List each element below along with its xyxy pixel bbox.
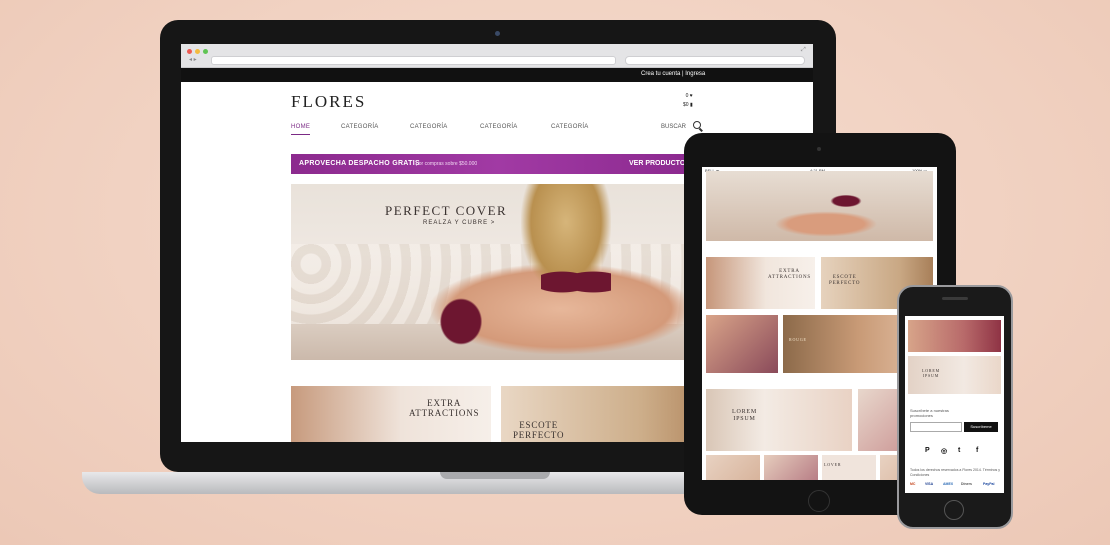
cart-summary[interactable]: 0 ♥ $0 ▮ (683, 92, 693, 110)
hero-lingerie-bottom (436, 294, 486, 349)
instagram-icon[interactable]: ◎ (941, 447, 947, 455)
tile-label: ROUGE (789, 337, 807, 342)
promo-tile[interactable]: ESCOTE PERFECTO (501, 386, 701, 442)
subscribe-label: Suscríbete a nuestras promociones (910, 408, 949, 418)
tablet-hero-image[interactable] (706, 171, 933, 241)
search-icon[interactable] (693, 121, 701, 129)
tile-label: EXTRA ATTRACTIONS (768, 269, 811, 280)
hero-title: PERFECT COVER (385, 203, 508, 218)
promo-subtitle: por compras sobre $50.000 (416, 161, 478, 167)
tile-label: LOVER (824, 462, 842, 467)
back-icon[interactable]: ◂ ▸ (189, 56, 197, 63)
search-label[interactable]: BUSCAR (661, 124, 686, 130)
tablet-hero-lingerie (826, 193, 866, 209)
phone-tile[interactable]: LOREM IPSUM (908, 356, 1001, 394)
nav-home[interactable]: HOME (291, 124, 311, 135)
tile-label: LOREM IPSUM (922, 368, 940, 378)
account-links[interactable]: Crea tu cuenta | Ingresa (641, 71, 705, 77)
browser-chrome: ◂ ▸ ⤢ (181, 44, 813, 68)
laptop-camera (495, 31, 500, 36)
nav-category[interactable]: CATEGORÍA (480, 124, 518, 130)
laptop-notch (440, 472, 550, 479)
tablet-tile[interactable]: LOVER (822, 455, 876, 480)
facebook-icon[interactable]: f (976, 447, 978, 454)
address-bar[interactable] (211, 56, 616, 65)
phone-screen: LOREM IPSUM Suscríbete a nuestras promoc… (905, 316, 1004, 493)
fullscreen-icon[interactable]: ⤢ (801, 47, 806, 54)
tablet-camera (817, 147, 821, 151)
promo-title: APROVECHA DESPACHO GRATIS (299, 160, 420, 167)
tile-label: ESCOTE PERFECTO (513, 420, 565, 440)
tablet-tile[interactable]: EXTRA ATTRACTIONS (706, 257, 815, 309)
close-window-icon[interactable] (187, 49, 192, 54)
hero-cta[interactable]: REALZA Y CUBRE > (423, 220, 495, 226)
tile-label: ESCOTE PERFECTO (829, 275, 861, 286)
tablet-tile[interactable] (706, 455, 760, 480)
browser-search-field[interactable] (625, 56, 805, 65)
minimize-window-icon[interactable] (195, 49, 200, 54)
mastercard-icon: MC (910, 482, 916, 486)
nav-category[interactable]: CATEGORÍA (410, 124, 448, 130)
wishlist-count[interactable]: 0 ♥ (683, 92, 693, 101)
tablet-tile[interactable]: LOREM IPSUM (706, 389, 852, 451)
phone-home-button[interactable] (944, 500, 964, 520)
account-topbar (181, 68, 813, 82)
promo-tile[interactable]: EXTRA ATTRACTIONS (291, 386, 491, 442)
maximize-window-icon[interactable] (203, 49, 208, 54)
nav-category[interactable]: CATEGORÍA (341, 124, 379, 130)
hero-lingerie-top (541, 264, 611, 300)
twitter-icon[interactable]: t (958, 447, 960, 454)
tile-label: EXTRA ATTRACTIONS (409, 398, 480, 418)
email-field[interactable] (910, 422, 962, 432)
subscribe-button[interactable]: Suscríbeme (964, 422, 998, 432)
pinterest-icon[interactable]: P (925, 447, 930, 454)
site-logo[interactable]: FLORES (291, 92, 366, 112)
promo-cta[interactable]: VER PRODUCTO (629, 160, 685, 167)
phone-speaker (942, 297, 968, 300)
tablet-hero-model (766, 209, 886, 239)
diners-icon: Diners (961, 482, 972, 486)
tablet-tile[interactable] (706, 315, 778, 373)
phone-hero-image[interactable] (908, 320, 1001, 352)
tablet-home-button[interactable] (808, 490, 830, 512)
visa-icon: VISA (925, 482, 934, 486)
cart-total[interactable]: $0 ▮ (683, 101, 693, 110)
laptop-base (82, 472, 782, 494)
nav-category[interactable]: CATEGORÍA (551, 124, 589, 130)
tablet-tile[interactable] (764, 455, 818, 480)
paypal-icon: PayPal (983, 482, 995, 486)
tile-label: LOREM IPSUM (732, 409, 757, 422)
phone-footer-text: Todos los derechos reservados a Flores 2… (910, 468, 1001, 477)
amex-icon: AMEX (943, 482, 954, 486)
